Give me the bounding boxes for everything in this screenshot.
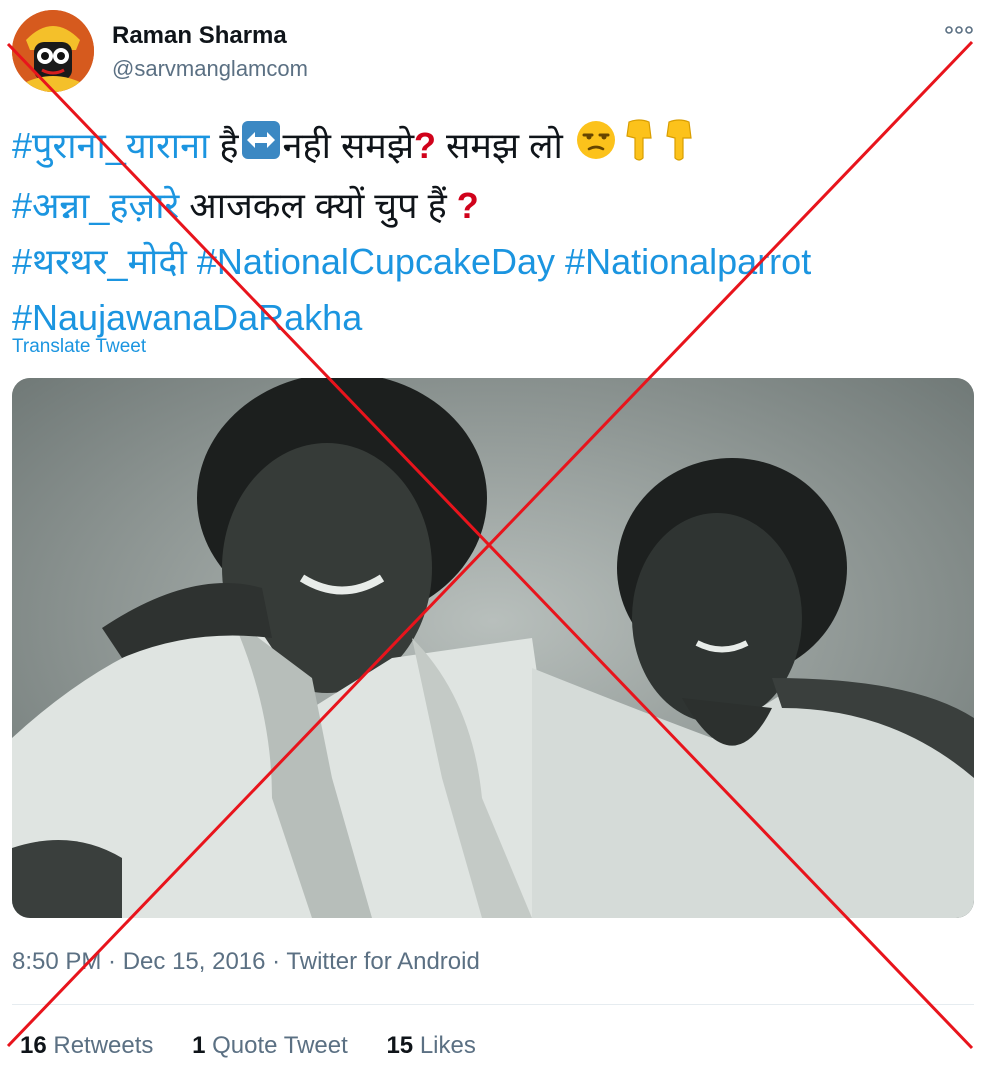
- hashtag-naujawana-da-rakha[interactable]: #NaujawanaDaRakha: [12, 297, 362, 338]
- user-name[interactable]: Raman Sharma: [112, 22, 287, 50]
- tweet-line-4: #NaujawanaDaRakha: [12, 290, 962, 346]
- tweet-text-segment: नही समझे: [282, 125, 415, 166]
- red-question-mark-icon: ?: [456, 185, 479, 227]
- tweet-text: #पुराना_याराना है नही समझे? समझ लो #अन्ना…: [12, 118, 962, 346]
- tweet-line-3: #थरथर_मोदी #NationalCupcakeDay #National…: [12, 234, 962, 290]
- quote-tweets-stat[interactable]: 1 Quote Tweet: [192, 1032, 348, 1060]
- tweet-text-segment: है: [209, 125, 239, 166]
- left-right-arrow-icon: [241, 120, 281, 176]
- tweet-date[interactable]: Dec 15, 2016: [123, 948, 266, 975]
- meta-separator: ·: [101, 948, 123, 975]
- tweet-stats: 16 Retweets 1 Quote Tweet 15 Likes: [20, 1032, 508, 1060]
- likes-count: 15: [386, 1032, 414, 1059]
- retweets-count: 16: [20, 1032, 47, 1059]
- retweets-label: Retweets: [53, 1032, 154, 1059]
- meta-separator: ·: [265, 948, 287, 975]
- hashtag-anna-hazare[interactable]: #अन्ना_हज़ारे: [12, 185, 179, 226]
- quote-label: Quote Tweet: [212, 1032, 348, 1059]
- backhand-index-pointing-down-icon: [661, 118, 697, 178]
- hashtag-national-parrot[interactable]: #Nationalparrot: [565, 241, 811, 282]
- tweet-photo[interactable]: [12, 378, 974, 918]
- unamused-face-icon: [575, 119, 617, 177]
- hashtag-national-cupcake-day[interactable]: #NationalCupcakeDay: [197, 241, 555, 282]
- tweet-line-2: #अन्ना_हज़ारे आजकल क्यों चुप हैं ?: [12, 178, 962, 234]
- likes-label: Likes: [419, 1032, 476, 1059]
- backhand-index-pointing-down-icon: [621, 118, 657, 178]
- quote-count: 1: [192, 1032, 206, 1059]
- tweet-meta: 8:50 PM · Dec 15, 2016 · Twitter for And…: [12, 948, 480, 976]
- translate-tweet-link[interactable]: Translate Tweet: [12, 336, 146, 358]
- divider: [12, 1004, 974, 1005]
- tweet-text-segment: समझ लो: [436, 125, 573, 166]
- hashtag-purana-yarana[interactable]: #पुराना_याराना: [12, 125, 209, 166]
- likes-stat[interactable]: 15 Likes: [386, 1032, 475, 1060]
- user-handle[interactable]: @sarvmanglamcom: [112, 56, 308, 82]
- tweet-line-1: #पुराना_याराना है नही समझे? समझ लो: [12, 118, 962, 178]
- red-question-mark-icon: ?: [414, 125, 437, 166]
- hashtag-tharthar-modi[interactable]: #थरथर_मोदी: [12, 241, 187, 282]
- retweets-stat[interactable]: 16 Retweets: [20, 1032, 153, 1060]
- tweet-text-segment: आजकल क्यों चुप हैं: [179, 185, 457, 227]
- tweet-source[interactable]: Twitter for Android: [286, 948, 479, 975]
- tweet-time[interactable]: 8:50 PM: [12, 948, 101, 975]
- avatar[interactable]: [12, 10, 94, 92]
- more-icon[interactable]: [944, 20, 974, 40]
